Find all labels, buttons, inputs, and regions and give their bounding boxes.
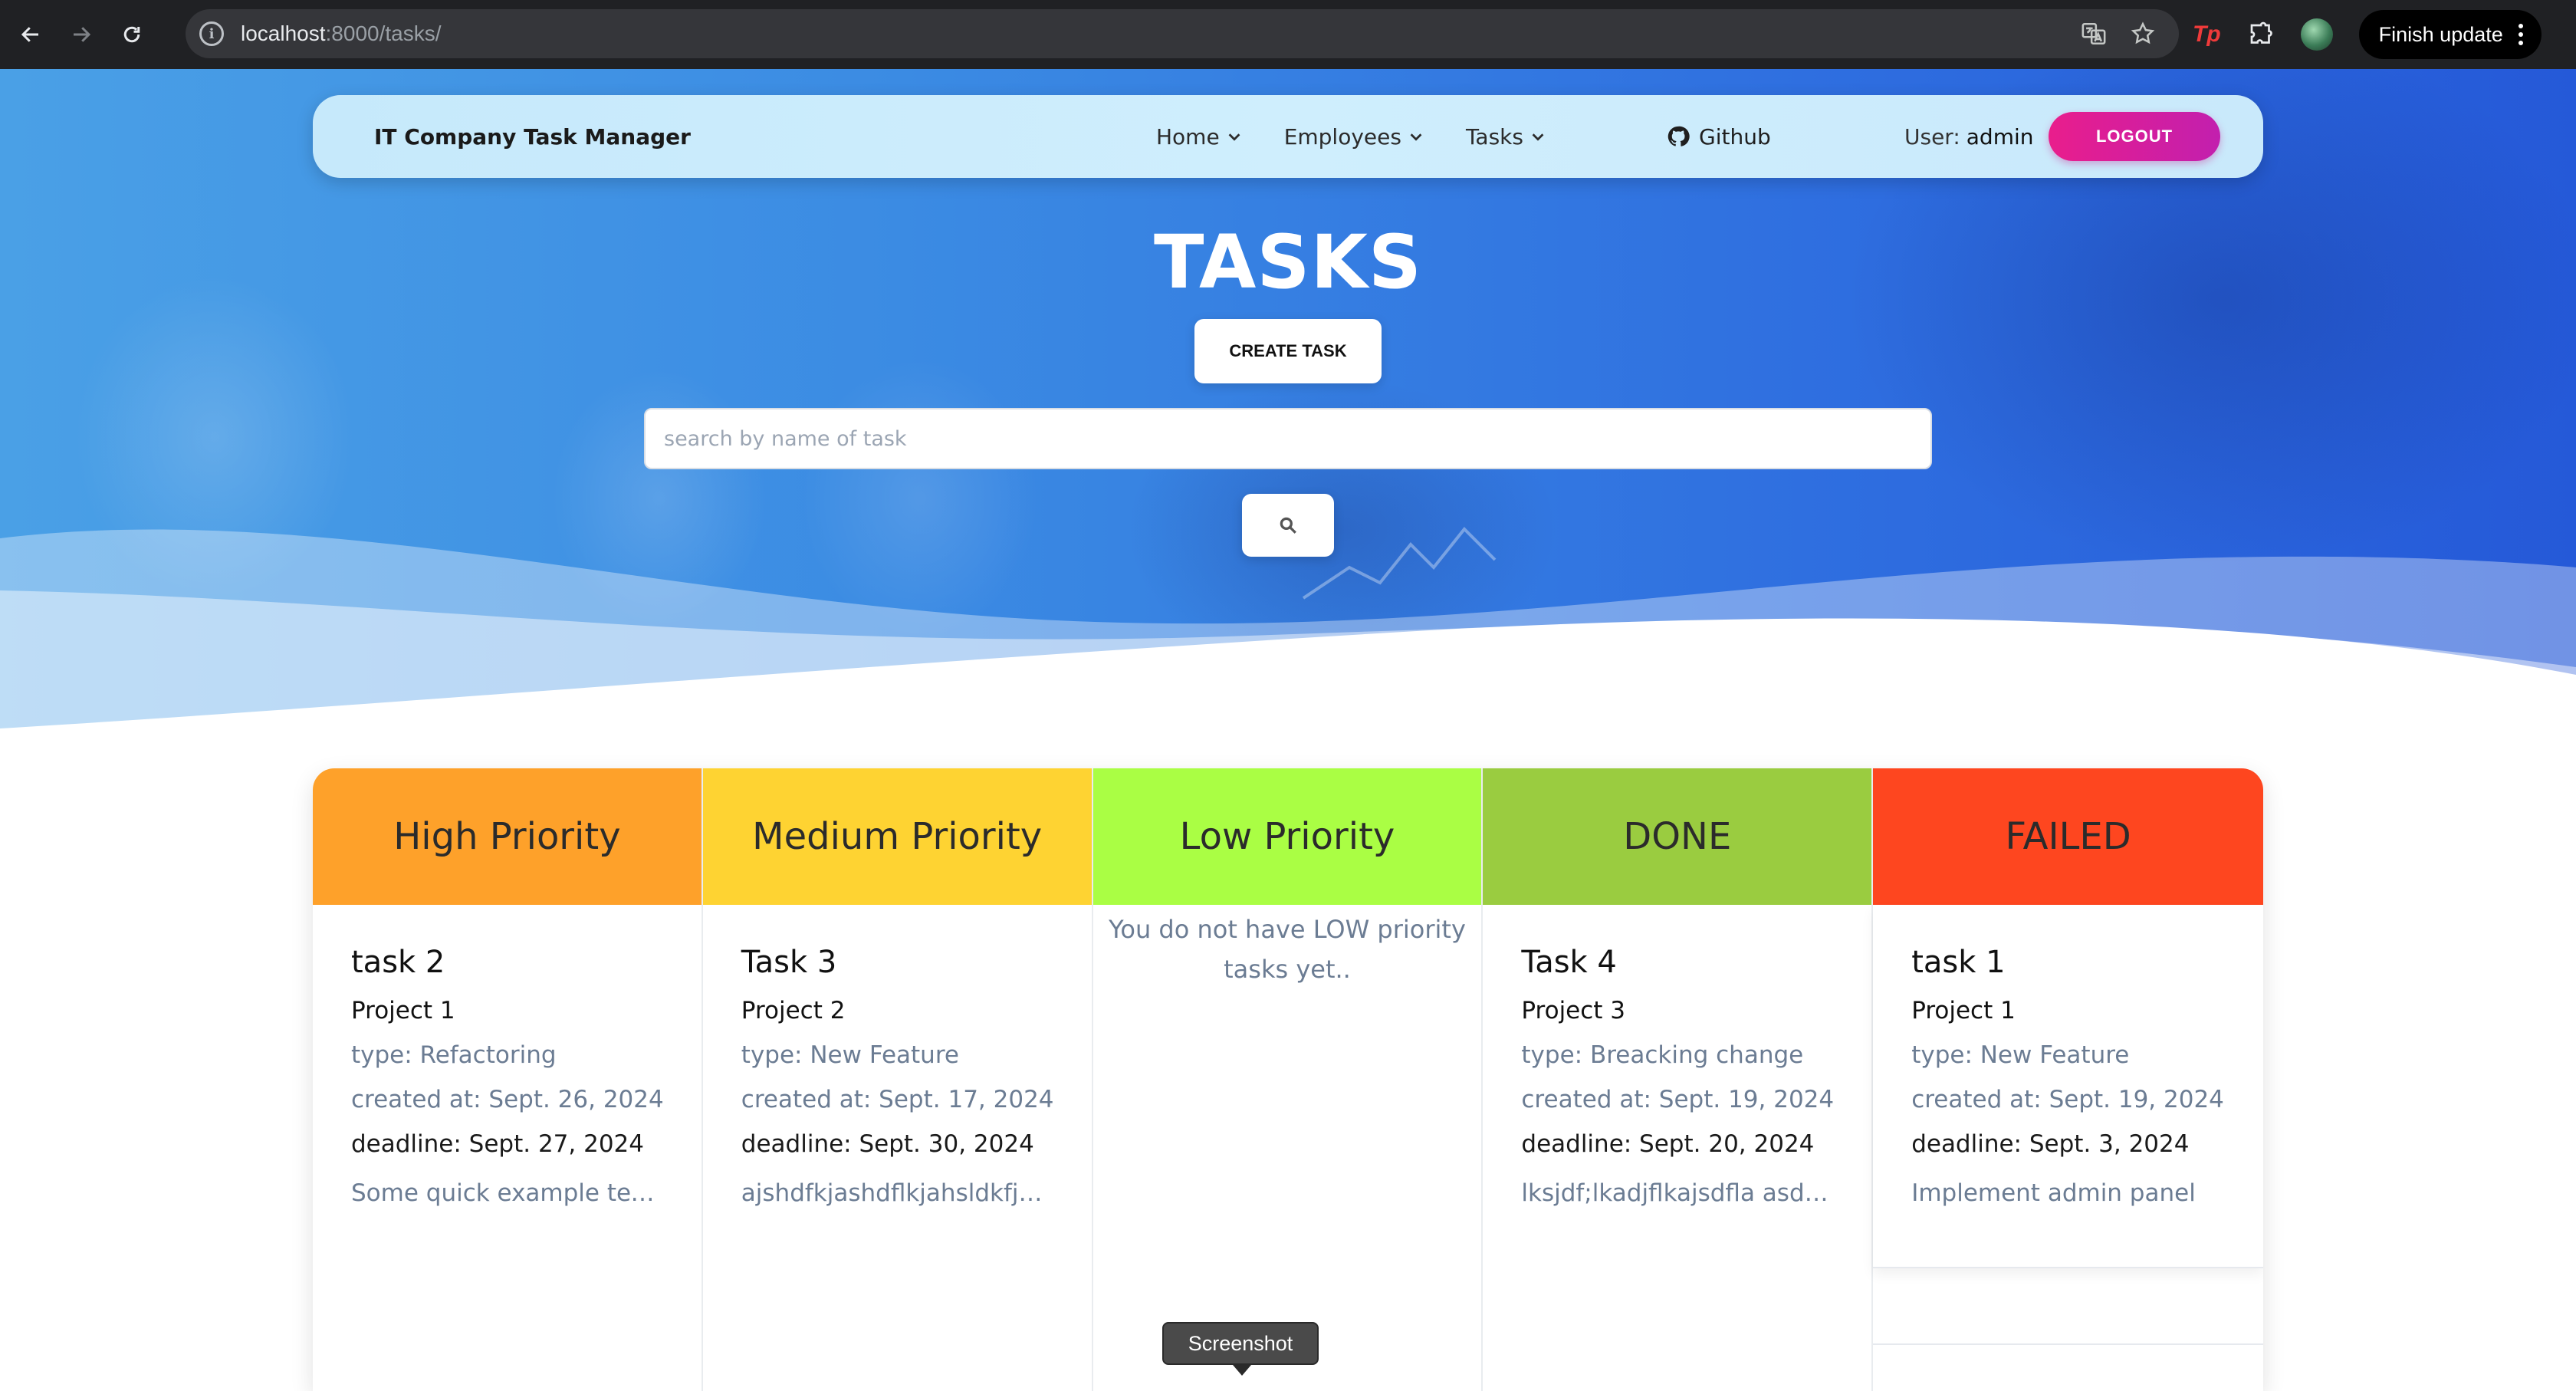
task-name[interactable]: Task 4 — [1521, 945, 1833, 980]
extensions-puzzle-icon[interactable] — [2247, 21, 2275, 48]
task-card[interactable] — [1873, 1343, 2263, 1391]
finish-update-label: Finish update — [2378, 22, 2503, 46]
nav-home-dropdown[interactable]: Home — [1156, 124, 1243, 150]
top-navbar: IT Company Task Manager Home Employees T… — [313, 95, 2263, 178]
task-card[interactable]: Task 4 Project 3 type: Breacking change … — [1483, 905, 1871, 1207]
github-icon — [1668, 126, 1690, 146]
task-description: lksjdf;lkadjflkajsdfla asdlkfjasdf — [1521, 1179, 1834, 1207]
url-text[interactable]: localhost:8000/tasks/ — [241, 21, 442, 46]
column-low-priority: Low Priority You do not have LOW priorit… — [1092, 768, 1484, 1391]
chevron-down-icon — [1532, 133, 1544, 141]
task-card[interactable]: task 2 Project 1 type: Refactoring creat… — [313, 905, 702, 1207]
task-project: Project 1 — [1911, 997, 2016, 1024]
column-header: FAILED — [1873, 768, 2263, 905]
column-header: DONE — [1483, 768, 1872, 905]
task-deadline: deadline: Sept. 27, 2024 — [351, 1130, 645, 1158]
brand-logo-text[interactable]: IT Company Task Manager — [374, 95, 691, 178]
bookmark-star-icon[interactable] — [2130, 21, 2156, 47]
reload-icon[interactable] — [112, 15, 152, 54]
user-name: admin — [1966, 123, 2034, 150]
column-header: Low Priority — [1092, 768, 1482, 905]
task-created: created at: Sept. 19, 2024 — [1521, 1086, 1835, 1113]
user-prefix: User: — [1904, 123, 1960, 150]
search-icon — [1280, 517, 1296, 534]
empty-state-text: You do not have LOW priority tasks yet.. — [1109, 915, 1466, 984]
task-created: created at: Sept. 26, 2024 — [351, 1086, 664, 1113]
task-description: Some quick example text to build on the … — [351, 1179, 663, 1207]
task-description: Implement admin panel — [1911, 1179, 2196, 1207]
nav-employees-dropdown[interactable]: Employees — [1284, 124, 1424, 150]
task-deadline: deadline: Sept. 30, 2024 — [741, 1130, 1034, 1158]
page-title: TASKS — [1154, 219, 1422, 305]
column-high-priority: High Priority task 2 Project 1 type: Ref… — [313, 768, 703, 1391]
back-icon[interactable] — [11, 15, 51, 54]
task-project: Project 2 — [741, 997, 846, 1024]
forward-icon[interactable] — [61, 15, 101, 54]
current-user: User: admin — [1904, 95, 2034, 178]
task-board: High Priority task 2 Project 1 type: Ref… — [313, 768, 2263, 1391]
github-link[interactable]: Github — [1667, 95, 1771, 178]
address-bar[interactable]: i localhost:8000/tasks/ — [186, 9, 2179, 58]
task-name[interactable]: task 2 — [351, 945, 663, 980]
task-type: type: New Feature — [1911, 1041, 2130, 1069]
column-failed: FAILED task 1 Project 1 type: New Featur… — [1873, 768, 2263, 1391]
chevron-down-icon — [1410, 133, 1422, 141]
task-card[interactable]: Task 3 Project 2 type: New Feature creat… — [703, 905, 1092, 1207]
task-project: Project 3 — [1521, 997, 1626, 1024]
screenshot-tooltip: Screenshot — [1162, 1322, 1319, 1376]
search-button[interactable] — [1242, 494, 1334, 557]
task-created: created at: Sept. 19, 2024 — [1911, 1086, 2224, 1113]
site-info-icon[interactable]: i — [199, 21, 224, 46]
browser-toolbar: i localhost:8000/tasks/ Tp Finish update — [0, 0, 2576, 69]
extension-tp-icon[interactable]: Tp — [2193, 21, 2221, 48]
create-task-button[interactable]: CREATE TASK — [1194, 319, 1382, 383]
task-type: type: Refactoring — [351, 1041, 557, 1069]
task-project: Project 1 — [351, 997, 455, 1024]
nav-tasks-dropdown[interactable]: Tasks — [1466, 124, 1546, 150]
task-description: ajshdfkjashdflkjahsldkfjhalskdjfh — [741, 1179, 1053, 1207]
column-medium-priority: Medium Priority Task 3 Project 2 type: N… — [702, 768, 1093, 1391]
task-type: type: Breacking change — [1521, 1041, 1804, 1069]
profile-avatar[interactable] — [2300, 18, 2333, 51]
logout-button[interactable]: LOGOUT — [2049, 112, 2220, 161]
task-name[interactable]: Task 3 — [741, 945, 1053, 980]
kebab-menu-icon — [2518, 24, 2523, 45]
task-deadline: deadline: Sept. 3, 2024 — [1911, 1130, 2190, 1158]
chevron-down-icon — [1228, 133, 1240, 141]
task-name[interactable]: task 1 — [1911, 945, 2225, 980]
column-header: High Priority — [313, 768, 702, 905]
nav-menu: Home Employees Tasks — [1156, 95, 1546, 178]
task-type: type: New Feature — [741, 1041, 959, 1069]
finish-update-button[interactable]: Finish update — [2358, 10, 2542, 59]
task-deadline: deadline: Sept. 20, 2024 — [1521, 1130, 1815, 1158]
column-done: DONE Task 4 Project 3 type: Breacking ch… — [1483, 768, 1874, 1391]
task-card[interactable]: task 1 Project 1 type: New Feature creat… — [1873, 905, 2263, 1268]
search-input[interactable] — [644, 408, 1932, 469]
column-header: Medium Priority — [702, 768, 1092, 905]
github-label: Github — [1699, 123, 1771, 150]
task-created: created at: Sept. 17, 2024 — [741, 1086, 1054, 1113]
translate-icon[interactable] — [2081, 21, 2107, 47]
